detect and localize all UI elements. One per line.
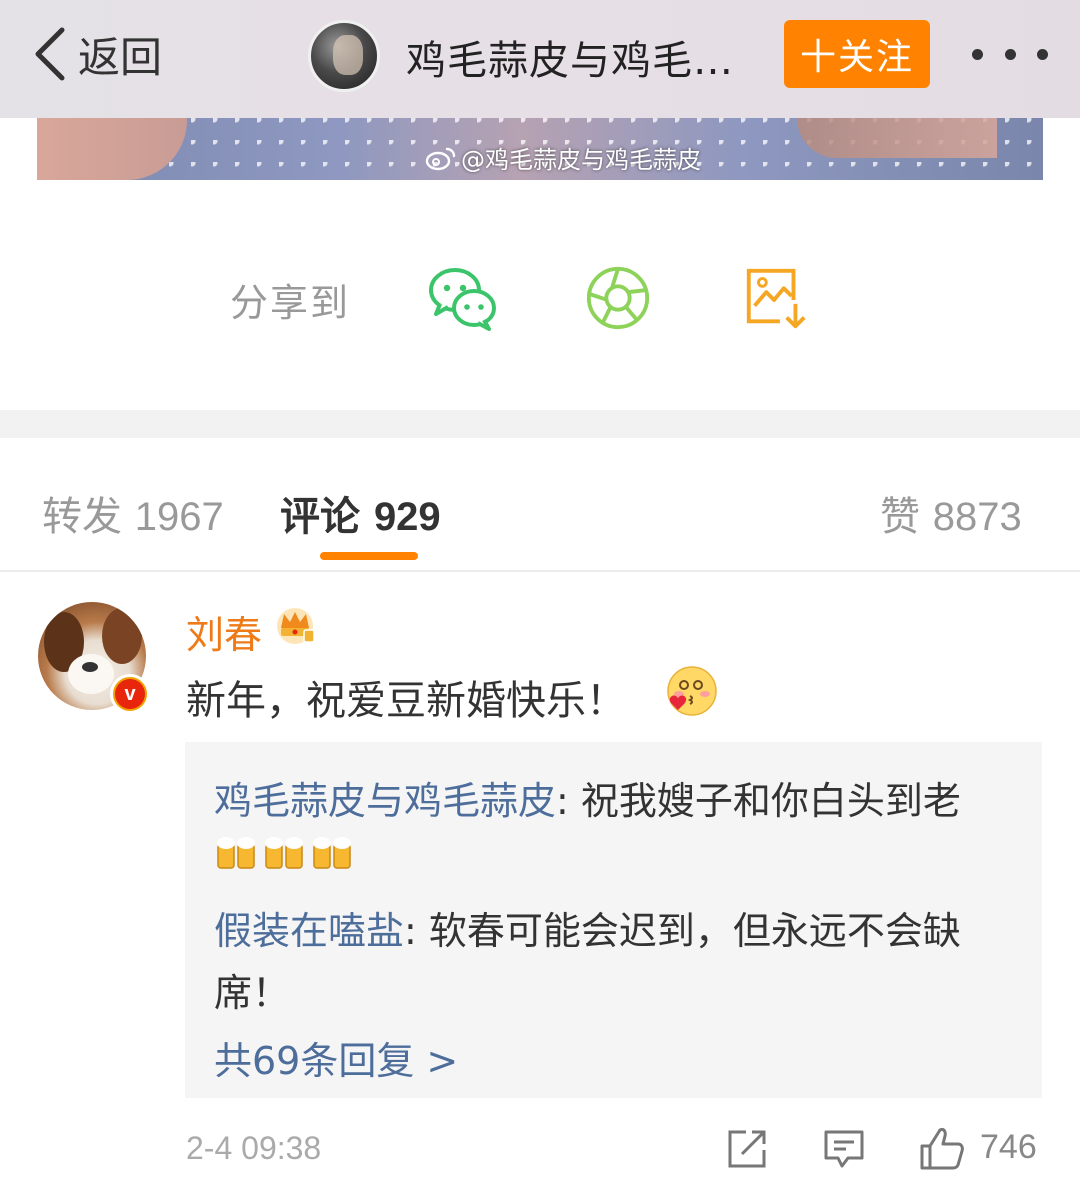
crown-badge-icon	[277, 608, 315, 644]
page-title: 鸡毛蒜皮与鸡毛…	[406, 38, 734, 84]
tab-count: 929	[373, 495, 441, 539]
verified-badge-icon: v	[110, 674, 150, 714]
beer-emoji-icon	[265, 837, 303, 869]
tabs-divider	[0, 570, 1080, 572]
comment-text: 新年，祝爱豆新婚快乐！	[186, 678, 626, 724]
reply-item: 鸡毛蒜皮与鸡毛蒜皮: 祝我嫂子和你白头到老	[214, 770, 961, 825]
chevron-left-icon	[35, 27, 65, 81]
beer-emoji-icon	[313, 837, 351, 869]
dot	[1004, 48, 1016, 60]
author-avatar[interactable]	[308, 20, 380, 92]
save-image-icon[interactable]	[740, 262, 812, 334]
reply-author[interactable]: 假装在嗑盐	[214, 909, 404, 953]
reply-text: 软春可能会迟到，但永远不会缺	[428, 909, 961, 953]
reply-item: 假装在嗑盐: 软春可能会迟到，但永远不会缺	[214, 900, 961, 955]
follow-button[interactable]: 十关注	[784, 20, 930, 88]
reply-author[interactable]: 鸡毛蒜皮与鸡毛蒜皮	[214, 779, 556, 823]
back-label: 返回	[78, 32, 163, 82]
view-all-replies-link[interactable]: 共69条回复 >	[214, 1030, 458, 1085]
tab-count: 8873	[932, 495, 1022, 539]
beer-emoji-icon	[217, 837, 255, 869]
back-button[interactable]: 返回	[30, 22, 162, 86]
moments-icon[interactable]	[582, 262, 654, 334]
tab-label: 转发	[42, 494, 122, 540]
image-watermark: @鸡毛蒜皮与鸡毛蒜皮	[425, 140, 701, 175]
tab-count: 1967	[134, 495, 224, 539]
reply-text-continued: 席！	[214, 971, 291, 1015]
tab-likes[interactable]: 赞 8873	[880, 484, 1022, 542]
reply-separator: :	[404, 909, 429, 953]
more-options-icon[interactable]	[972, 30, 1048, 78]
dot	[972, 48, 983, 60]
like-count: 746	[980, 1128, 1037, 1166]
top-nav-bar: 返回 鸡毛蒜皮与鸡毛… 十关注	[0, 0, 1080, 118]
post-image[interactable]: @鸡毛蒜皮与鸡毛蒜皮	[37, 118, 1043, 180]
beer-emoji-group	[214, 832, 358, 872]
reply-text: 祝我嫂子和你白头到老	[580, 779, 961, 823]
watermark-text: @鸡毛蒜皮与鸡毛蒜皮	[461, 146, 701, 174]
repost-icon[interactable]	[724, 1124, 772, 1172]
tab-reposts[interactable]: 转发 1967	[42, 484, 224, 542]
weibo-logo-icon	[425, 147, 456, 170]
image-detail	[37, 118, 187, 180]
commenter-name[interactable]: 刘春	[186, 604, 262, 659]
section-divider	[0, 410, 1080, 438]
wechat-icon[interactable]	[426, 262, 498, 334]
reply-separator: :	[556, 779, 581, 823]
share-label: 分享到	[230, 281, 351, 325]
blushing-kiss-emoji-icon	[667, 666, 717, 716]
image-detail	[797, 118, 997, 158]
comment-timestamp: 2-4 09:38	[186, 1130, 322, 1166]
active-tab-indicator	[320, 552, 418, 560]
tab-label: 评论	[280, 494, 360, 540]
thumbs-up-icon[interactable]	[918, 1124, 966, 1172]
tab-comments[interactable]: 评论 929	[280, 484, 441, 542]
dot	[1037, 48, 1048, 60]
reply-comment-icon[interactable]	[820, 1124, 868, 1172]
tab-label: 赞	[880, 494, 920, 540]
